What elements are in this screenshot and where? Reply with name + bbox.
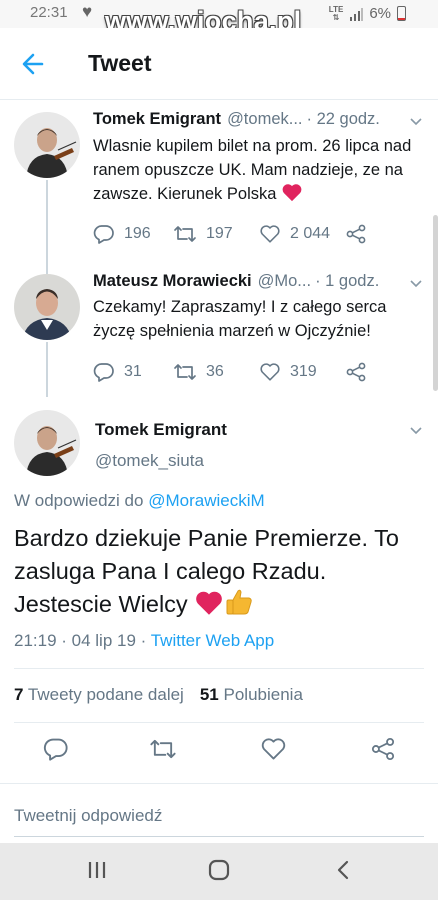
reply-composer[interactable]: Tweetnij odpowiedź [0, 783, 438, 843]
reply-button[interactable]: 31 [93, 362, 173, 382]
signal-icon [350, 7, 364, 21]
status-bar: 22:31 ♥ www.wiocha.pl LTE ⇅ 6% [0, 0, 438, 36]
tweet-time: · 1 godz. [315, 272, 380, 290]
retweet-icon [174, 226, 196, 242]
tweet-actions: 31 36 319 [93, 362, 367, 382]
scrollbar[interactable] [433, 215, 438, 391]
heart-icon [260, 363, 280, 381]
author-handle: @tomek... [227, 110, 303, 128]
thread-line [46, 180, 48, 262]
heart-notification-icon: ♥ [82, 2, 93, 21]
share-button[interactable] [370, 737, 396, 766]
retweet-button[interactable]: 36 [173, 362, 259, 382]
thread-line [46, 262, 48, 274]
battery-icon [397, 6, 406, 21]
tweet-text: Bardzo dziekuje Panie Premierze. To zasl… [14, 525, 399, 617]
avatar[interactable] [14, 274, 80, 340]
status-time: 22:31 [30, 4, 68, 21]
tweet-stats: 7 Tweety podane dalej 51 Polubienia [14, 685, 303, 705]
reply-button[interactable] [43, 737, 69, 766]
author-handle: @Mo... [257, 272, 312, 290]
retweet-count: 197 [206, 225, 233, 242]
like-count: 2 044 [290, 225, 331, 242]
tweet-header: Mateusz Morawiecki @Mo... · 1 godz. [93, 272, 379, 291]
chevron-down-icon[interactable] [408, 423, 424, 439]
status-icons: LTE ⇅ 6% [329, 5, 406, 22]
like-button[interactable]: 319 [259, 362, 345, 382]
input-underline [14, 836, 424, 837]
retweets-stat[interactable]: 7 Tweety podane dalej [14, 685, 184, 705]
retweet-button[interactable]: 197 [173, 224, 259, 244]
client-link[interactable]: Twitter Web App [151, 631, 274, 650]
tweet-item[interactable]: Tomek Emigrant @tomek... · 22 godz. Wlas… [0, 100, 438, 262]
back-nav-button[interactable] [332, 859, 354, 886]
avatar[interactable] [14, 112, 80, 178]
tweet-time: · 22 godz. [306, 110, 380, 128]
recent-apps-button[interactable] [86, 859, 108, 886]
tweet-actions: 196 197 2 044 [93, 224, 367, 244]
back-button[interactable] [16, 48, 52, 80]
tweet-text: Wlasnie kupilem bilet na prom. 26 lipca … [93, 137, 412, 203]
share-button[interactable] [345, 362, 367, 382]
reply-context: W odpowiedzi do @MorawieckiM [14, 491, 265, 510]
author-name[interactable]: Tomek Emigrant [95, 420, 227, 440]
share-button[interactable] [345, 224, 367, 244]
chevron-down-icon[interactable] [408, 114, 424, 130]
reply-icon [43, 738, 68, 761]
author-name[interactable]: Tomek Emigrant [93, 110, 221, 129]
thread-line [46, 342, 48, 397]
retweet-icon [174, 364, 196, 380]
like-count: 319 [290, 363, 317, 380]
tweet-text: Czekamy! Zapraszamy! I z całego serca ży… [93, 298, 387, 340]
retweet-button[interactable] [149, 737, 177, 766]
share-icon [346, 224, 366, 244]
chevron-left-icon [337, 860, 349, 880]
divider [14, 722, 424, 723]
back-arrow-icon [22, 53, 44, 75]
mention-link[interactable]: @MorawieckiM [148, 491, 264, 510]
reply-count: 196 [124, 225, 151, 242]
reply-button[interactable]: 196 [93, 224, 173, 244]
reply-input[interactable]: Tweetnij odpowiedź [14, 806, 162, 826]
avatar[interactable] [14, 410, 80, 476]
tweet-timestamp: 21:19 · 04 lip 19 · Twitter Web App [14, 631, 275, 650]
page-title: Tweet [88, 50, 152, 76]
heart-icon [261, 738, 286, 760]
like-button[interactable] [260, 737, 287, 766]
tweet-item[interactable]: Mateusz Morawiecki @Mo... · 1 godz. Czek… [0, 262, 438, 397]
red-heart-emoji [282, 184, 302, 202]
tweet-header: Tomek Emigrant @tomek... · 22 godz. [93, 110, 380, 129]
home-icon [208, 859, 230, 881]
share-icon [371, 737, 395, 761]
app-header: Tweet [0, 28, 438, 100]
home-button[interactable] [208, 859, 230, 886]
network-type: LTE ⇅ [328, 4, 344, 22]
likes-stat[interactable]: 51 Polubienia [200, 685, 303, 705]
reply-count: 31 [124, 363, 142, 380]
chevron-down-icon[interactable] [408, 276, 424, 292]
reply-icon [93, 363, 114, 382]
main-tweet-actions [0, 733, 438, 773]
reply-icon [93, 225, 114, 244]
like-button[interactable]: 2 044 [259, 224, 345, 244]
battery-percent: 6% [369, 5, 391, 22]
retweet-count: 36 [206, 363, 224, 380]
retweet-icon [150, 739, 176, 759]
heart-icon [260, 225, 280, 243]
recent-apps-icon [88, 862, 106, 878]
red-heart-emoji [196, 591, 223, 615]
author-name[interactable]: Mateusz Morawiecki [93, 272, 252, 291]
share-icon [346, 362, 366, 382]
thumbs-up-emoji [226, 589, 252, 615]
author-handle[interactable]: @tomek_siuta [95, 451, 204, 471]
system-nav-bar [0, 843, 438, 900]
divider [14, 668, 424, 669]
